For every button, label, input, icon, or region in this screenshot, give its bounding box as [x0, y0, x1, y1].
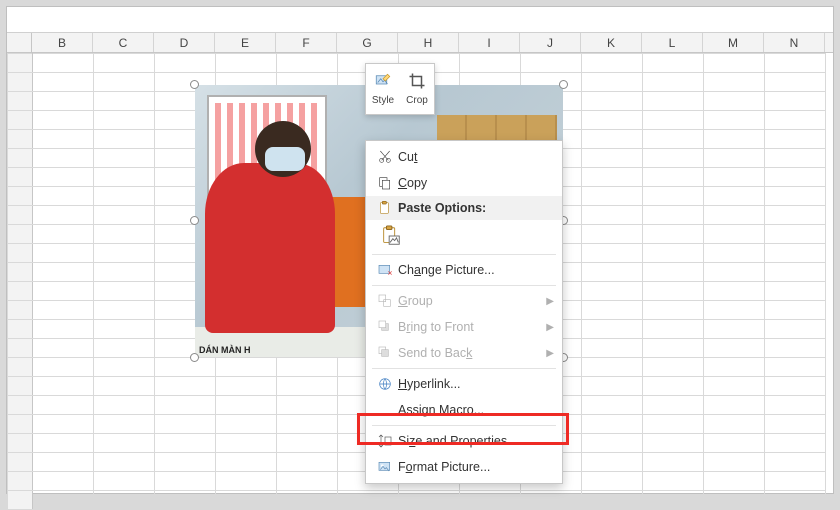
bring-front-icon — [372, 319, 398, 335]
menu-label: Paste Options: — [398, 201, 486, 215]
menu-size-and-properties[interactable]: Size and Properties... — [366, 428, 562, 454]
paste-options-row — [366, 220, 562, 252]
col-header[interactable]: B — [32, 33, 93, 52]
menu-label: Cut — [398, 150, 417, 164]
paste-icon — [372, 200, 398, 216]
crop-label: Crop — [406, 95, 428, 106]
menu-label: Group — [398, 294, 433, 308]
picture-mini-toolbar: Style Crop — [365, 63, 435, 115]
menu-label: Send to Back — [398, 346, 472, 360]
menu-group: Group ▶ — [366, 288, 562, 314]
crop-icon — [408, 72, 426, 93]
menu-paste-options-header: Paste Options: — [366, 196, 562, 220]
menu-label: Bring to Front — [398, 320, 474, 334]
col-header[interactable]: C — [93, 33, 154, 52]
menu-bring-to-front: Bring to Front ▶ — [366, 314, 562, 340]
menu-separator — [372, 285, 556, 286]
col-header[interactable]: K — [581, 33, 642, 52]
col-header[interactable]: M — [703, 33, 764, 52]
menu-label: Size and Properties... — [398, 434, 518, 448]
picture-caption: DÁN MÀN H — [199, 345, 251, 355]
app-window: B C D E F G H I J K L M N DÁN MÀN H — [6, 6, 834, 494]
crop-button[interactable]: Crop — [400, 64, 434, 114]
picture-style-icon — [374, 72, 392, 93]
menu-assign-macro[interactable]: Assign Macro... — [366, 397, 562, 423]
change-picture-icon — [372, 262, 398, 278]
submenu-arrow-icon: ▶ — [546, 348, 554, 359]
menu-cut[interactable]: Cut — [366, 144, 562, 170]
hyperlink-icon — [372, 376, 398, 392]
formula-bar[interactable] — [7, 7, 833, 33]
size-properties-icon — [372, 433, 398, 449]
select-all-corner[interactable] — [7, 33, 32, 52]
resize-handle[interactable] — [190, 216, 199, 225]
context-menu: Cut Copy Paste Options: Change Picture..… — [365, 140, 563, 484]
format-picture-icon — [372, 459, 398, 475]
col-header[interactable]: N — [764, 33, 825, 52]
style-button[interactable]: Style — [366, 64, 400, 114]
col-header[interactable]: H — [398, 33, 459, 52]
col-header[interactable]: E — [215, 33, 276, 52]
col-header[interactable]: G — [337, 33, 398, 52]
resize-handle[interactable] — [190, 80, 199, 89]
col-header[interactable]: L — [642, 33, 703, 52]
group-icon — [372, 293, 398, 309]
resize-handle[interactable] — [559, 80, 568, 89]
resize-handle[interactable] — [190, 353, 199, 362]
menu-change-picture[interactable]: Change Picture... — [366, 257, 562, 283]
style-label: Style — [372, 95, 394, 106]
paste-as-picture[interactable] — [378, 223, 404, 249]
menu-label: Hyperlink... — [398, 377, 461, 391]
menu-separator — [372, 368, 556, 369]
col-header[interactable]: J — [520, 33, 581, 52]
menu-label: Copy — [398, 176, 427, 190]
menu-hyperlink[interactable]: Hyperlink... — [366, 371, 562, 397]
col-header[interactable]: F — [276, 33, 337, 52]
col-header[interactable]: I — [459, 33, 520, 52]
menu-label: Format Picture... — [398, 460, 490, 474]
menu-copy[interactable]: Copy — [366, 170, 562, 196]
submenu-arrow-icon: ▶ — [546, 296, 554, 307]
menu-label: Change Picture... — [398, 263, 495, 277]
col-header[interactable]: D — [154, 33, 215, 52]
send-back-icon — [372, 345, 398, 361]
copy-icon — [372, 175, 398, 191]
menu-label: Assign Macro... — [398, 403, 484, 417]
menu-separator — [372, 425, 556, 426]
menu-send-to-back: Send to Back ▶ — [366, 340, 562, 366]
menu-separator — [372, 254, 556, 255]
submenu-arrow-icon: ▶ — [546, 322, 554, 333]
cut-icon — [372, 149, 398, 165]
column-headers: B C D E F G H I J K L M N — [7, 33, 833, 53]
menu-format-picture[interactable]: Format Picture... — [366, 454, 562, 480]
